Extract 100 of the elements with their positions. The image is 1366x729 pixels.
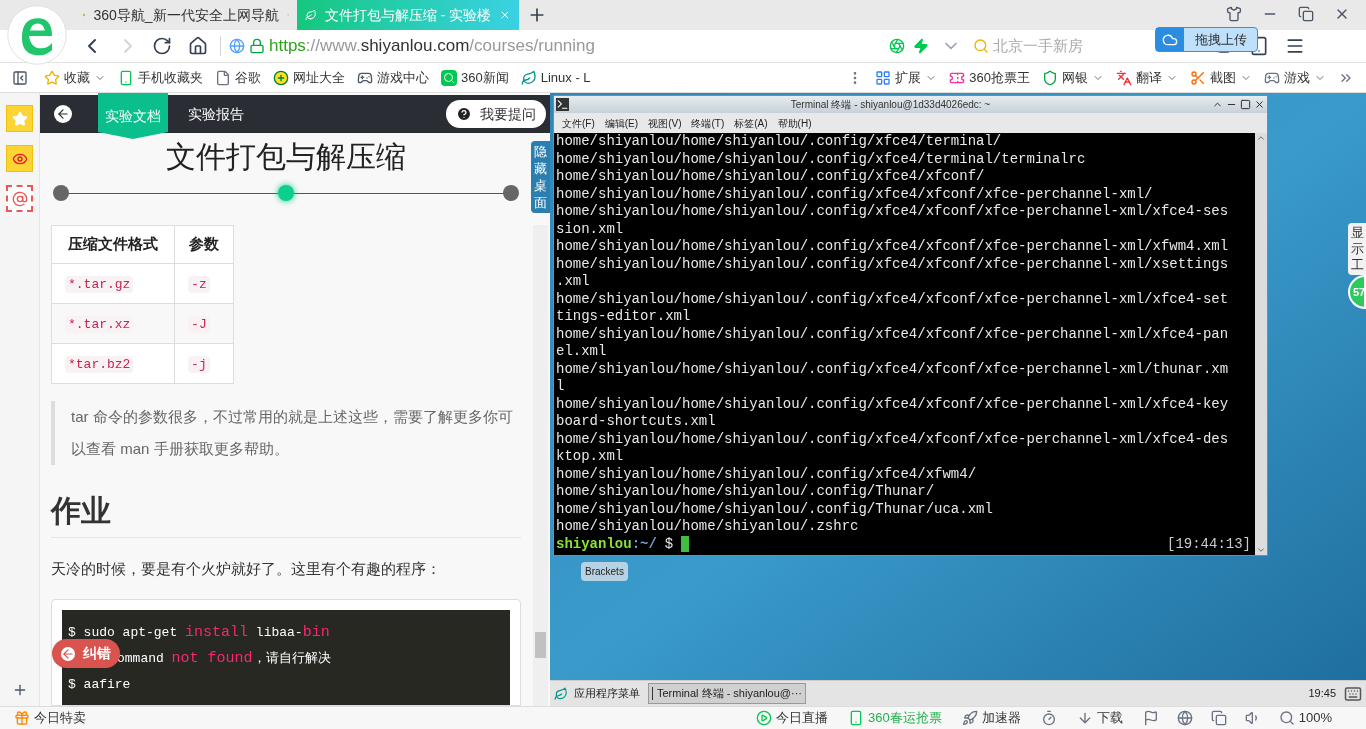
browser-tab[interactable]: 360导航_新一代安全上网导航 <box>75 0 297 30</box>
play-icon <box>756 710 773 726</box>
menu-item[interactable]: 视图(V) <box>648 115 682 131</box>
timer-icon[interactable] <box>1040 710 1057 726</box>
search-field[interactable]: 北京一手新房 <box>993 34 1143 58</box>
side-tab[interactable]: 显示工 <box>1348 223 1366 275</box>
scrollbar[interactable] <box>1255 133 1267 555</box>
menu-item[interactable]: 帮助(H) <box>777 115 812 131</box>
app-menu[interactable]: 应用程序菜单 <box>574 685 640 702</box>
code-line: ommand not found，请自行解决 <box>117 648 331 669</box>
terminal-line: el.xml <box>556 343 607 361</box>
extension-item[interactable]: 截图 <box>1190 67 1252 88</box>
restore-icon[interactable] <box>1298 6 1314 22</box>
terminal-line: home/shiyanlou/home/shiyanlou/.config/xfce4/terminal/ <box>556 133 1002 151</box>
status-label: 360春运抢票 <box>868 709 942 728</box>
terminal-line: home/shiyanlou/home/shiyanlou/.config/xfce4/xfconf/xfce-perchannel-xml/xsettings <box>556 255 1229 273</box>
table-cell: *.tar.xz <box>65 316 134 334</box>
terminal-line: home/shiyanlou/home/shiyanlou/.config/Thunar/uca.xml <box>556 500 993 518</box>
window-icon[interactable] <box>1210 710 1227 726</box>
terminal-line: sion.xml <box>556 220 624 238</box>
table-cell: -z <box>188 276 210 294</box>
menu-item[interactable]: 终端(T) <box>691 115 725 131</box>
hide-desktop-tab[interactable]: 隐藏桌面 <box>531 141 550 213</box>
translate-icon <box>1116 69 1132 86</box>
mail-icon[interactable] <box>6 185 33 212</box>
bookmark-label: 收藏 <box>64 68 90 87</box>
menu-item[interactable]: 编辑(E) <box>604 115 639 131</box>
status-label[interactable]: 今日特卖 <box>34 708 86 728</box>
doc-tab[interactable]: 实验报告 <box>181 95 251 133</box>
leaf-icon[interactable] <box>554 686 568 701</box>
extension-item[interactable]: 网银 <box>1042 67 1104 88</box>
bookmark-item[interactable]: 手机收藏夹 <box>118 67 203 88</box>
maximize-icon[interactable] <box>1240 99 1251 110</box>
table-cell: -J <box>188 316 210 334</box>
terminal-icon <box>556 98 569 111</box>
prompt-time: [19:44:13] <box>1167 535 1251 553</box>
terminal-line: home/shiyanlou/home/shiyanlou/.config/xfce4/terminal/terminalrc <box>556 150 1086 168</box>
bookmark-item[interactable]: 游戏中心 <box>357 67 429 88</box>
code-line: $ aafire <box>68 675 131 694</box>
back-icon[interactable] <box>54 105 72 123</box>
page-icon <box>215 69 231 86</box>
bookmark-item[interactable]: 网址大全 <box>273 67 345 88</box>
upload-label: 拖拽上传 <box>1193 30 1248 49</box>
gift-icon <box>14 710 30 726</box>
status-item[interactable]: 加速器 <box>961 708 1021 728</box>
terminal-line: home/shiyanlou/home/shiyanlou/.config/xfce4/xfconf/xfce-perchannel-xml/xfwm4.xml <box>556 238 1229 256</box>
globe-icon <box>229 38 245 54</box>
extension-label: 翻译 <box>1136 68 1162 87</box>
bookmark-item[interactable]: Linux - L <box>520 67 591 88</box>
bookmark-label: 网址大全 <box>293 68 345 87</box>
terminal-line: tings-editor.xml <box>556 308 691 326</box>
status-item[interactable]: 下载 <box>1076 708 1123 728</box>
reload-icon[interactable] <box>152 36 172 56</box>
bookmark-label: 360新闻 <box>461 68 509 87</box>
lock-icon <box>249 38 265 54</box>
table-cell: -j <box>188 356 210 374</box>
menu-icon[interactable] <box>1285 36 1305 56</box>
extension-item[interactable]: 游戏 <box>1264 67 1326 88</box>
badge: 57 <box>1348 275 1366 309</box>
window-title: Terminal 终端 - shiyanlou@1d33d4026edc: ~ <box>789 98 992 112</box>
back-icon <box>61 646 75 661</box>
terminal-line: ktop.xml <box>556 448 624 466</box>
globe-icon[interactable] <box>1176 710 1193 726</box>
prompt-user: shiyanlou:~/ <box>556 535 657 553</box>
terminal-line: home/shiyanlou/home/shiyanlou/.config/xfce4/xfwm4/ <box>556 465 977 483</box>
shirt-icon[interactable] <box>1226 6 1242 22</box>
bookmark-item[interactable]: 360新闻 <box>441 67 509 88</box>
extension-item[interactable]: 翻译 <box>1116 67 1178 88</box>
upload-tooltip[interactable]: 拖拽上传 <box>1155 27 1258 52</box>
status-item[interactable]: 100% <box>1278 708 1332 728</box>
status-label: 下载 <box>1096 709 1123 728</box>
status-label: 100% <box>1298 709 1332 728</box>
menu-item[interactable]: 标签(A) <box>734 115 768 131</box>
leaf-icon <box>520 69 537 86</box>
flag-icon[interactable] <box>1142 710 1159 726</box>
extension-item[interactable]: 360抢票王 <box>949 67 1030 88</box>
section-heading: 作业 <box>51 489 521 538</box>
extension-item[interactable]: 扩展 <box>875 67 938 88</box>
menu-item[interactable]: 文件(F) <box>562 115 595 131</box>
collapse-icon[interactable] <box>12 69 28 86</box>
bookmark-item[interactable]: 谷歌 <box>215 67 261 88</box>
desktop-icon[interactable]: Brackets <box>581 562 628 581</box>
keyboard-icon[interactable] <box>1344 684 1362 703</box>
scrollbar[interactable] <box>533 225 548 706</box>
taskbar-window[interactable]: Terminal 终端 - shiyanlou@··· <box>648 683 806 704</box>
ask-button[interactable]: 我要提问 <box>446 100 546 128</box>
shield-icon <box>1042 69 1058 86</box>
bookmark-label: 游戏中心 <box>377 68 429 87</box>
cursor <box>681 536 690 553</box>
star-icon <box>44 69 60 86</box>
status-item[interactable]: 今日直播 <box>756 708 829 728</box>
bookmark-item[interactable]: 收藏 <box>44 67 106 88</box>
eye-icon[interactable] <box>6 145 33 172</box>
tab-title: 文件打包与解压缩 - 实验楼 <box>324 5 492 25</box>
help-icon <box>456 106 472 122</box>
address-field[interactable]: https://www.shiyanlou.com/courses/running <box>269 33 889 59</box>
bookmark-label: Linux - L <box>540 68 591 87</box>
home-icon[interactable] <box>188 36 208 56</box>
column-header: 压缩文件格式 <box>51 225 175 264</box>
bookmark-label: 手机收藏夹 <box>138 68 203 87</box>
